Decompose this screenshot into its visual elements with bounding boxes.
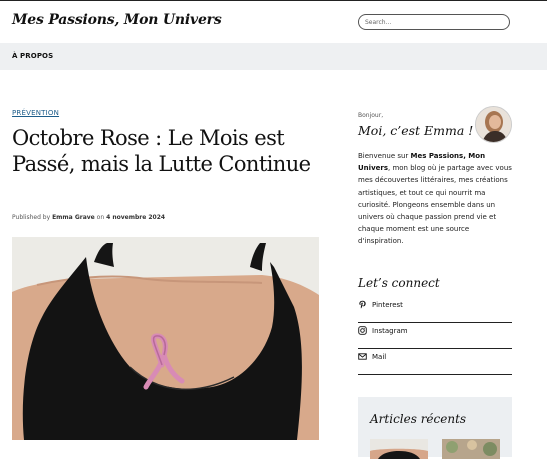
bio-prefix: Bienvenue sur xyxy=(358,152,411,160)
site-header: Mes Passions, Mon Univers xyxy=(0,1,547,43)
social-label-mail: Mail xyxy=(372,353,387,361)
recent-posts: Articles récents xyxy=(358,397,512,459)
author-heading: Moi, c’est Emma ! xyxy=(358,123,474,138)
avatar-photo xyxy=(476,107,511,142)
connect-heading: Let’s connect xyxy=(358,276,440,290)
recent-posts-heading: Articles récents xyxy=(370,412,467,426)
site-title[interactable]: Mes Passions, Mon Univers xyxy=(12,12,222,28)
bio-text: Bienvenue sur Mes Passions, Mon Univers,… xyxy=(358,150,514,248)
social-label-pinterest: Pinterest xyxy=(372,301,403,309)
social-link-pinterest[interactable]: Pinterest xyxy=(358,296,512,323)
recent-post-thumbnail[interactable] xyxy=(370,439,428,459)
search-input[interactable] xyxy=(358,14,510,30)
author-name[interactable]: Emma Grave xyxy=(52,214,95,221)
social-link-mail[interactable]: Mail xyxy=(358,348,512,375)
byline-on: on xyxy=(96,214,105,221)
social-label-instagram: Instagram xyxy=(372,327,408,335)
greeting: Bonjour, xyxy=(358,112,384,119)
recent-thumb-image xyxy=(370,439,428,459)
mail-icon xyxy=(358,353,367,360)
pink-ribbon-photo xyxy=(12,237,319,440)
pinterest-icon xyxy=(359,300,366,309)
social-link-instagram[interactable]: Instagram xyxy=(358,322,512,349)
bio-body: , mon blog où je partage avec vous mes d… xyxy=(358,164,512,246)
instagram-icon xyxy=(358,326,367,335)
nav-item-a-propos[interactable]: À PROPOS xyxy=(12,52,53,60)
main-nav: À PROPOS xyxy=(0,43,547,70)
post-title: Octobre Rose : Le Mois est Passé, mais l… xyxy=(12,126,311,176)
post-category[interactable]: PRÉVENTION xyxy=(12,109,59,117)
post-byline: Published by Emma Grave on 4 novembre 20… xyxy=(12,214,165,221)
post-date: 4 novembre 2024 xyxy=(106,214,166,221)
featured-image xyxy=(12,237,319,440)
avatar xyxy=(475,106,512,143)
recent-post-thumbnail[interactable] xyxy=(442,439,500,459)
recent-thumb-image xyxy=(442,439,500,459)
byline-prefix: Published by xyxy=(12,214,51,221)
